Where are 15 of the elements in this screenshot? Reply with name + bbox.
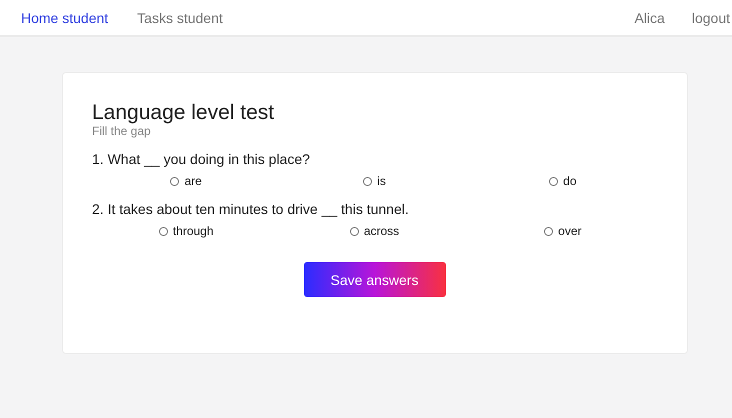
radio-option[interactable]: are xyxy=(170,174,202,188)
test-title: Language level test xyxy=(92,101,276,125)
radio-option[interactable]: through xyxy=(158,224,214,238)
radio-option[interactable]: across xyxy=(350,224,400,238)
radio-option[interactable]: is xyxy=(363,174,386,188)
save-button[interactable]: Save answers xyxy=(304,262,446,297)
nav-link[interactable]: Alica xyxy=(634,10,665,26)
question-text: 1. What __ you doing in this place? xyxy=(92,150,311,168)
nav-link[interactable]: logout xyxy=(692,10,730,26)
nav-link[interactable]: Home student xyxy=(21,10,108,26)
question-text: 2. It takes about ten minutes to drive __ this tunnel. xyxy=(92,200,410,218)
radio-option[interactable]: over xyxy=(544,224,582,238)
test-subtitle: Fill the gap xyxy=(92,125,152,138)
radio-option[interactable]: do xyxy=(549,174,576,188)
nav-link[interactable]: Tasks student xyxy=(137,10,223,26)
